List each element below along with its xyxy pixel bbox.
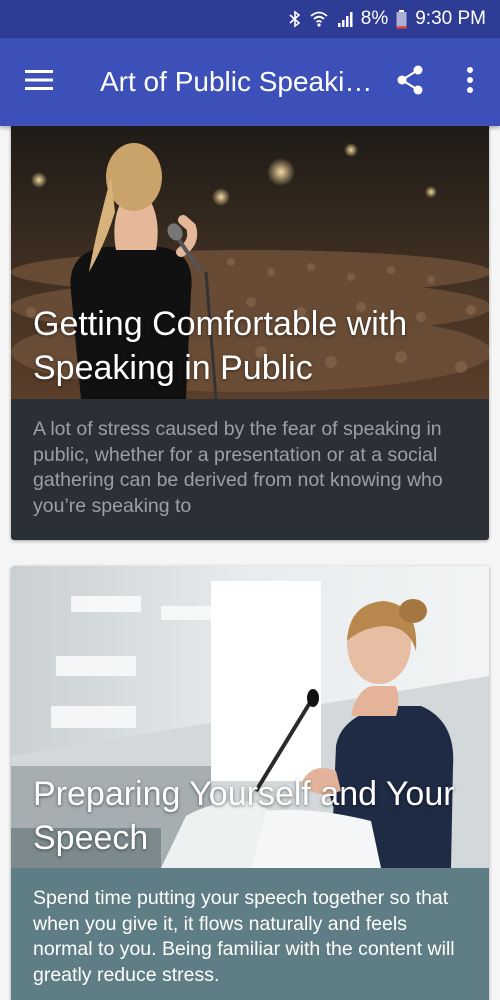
battery-text: 8%	[360, 8, 389, 29]
menu-button[interactable]	[0, 38, 78, 126]
article-card[interactable]: Getting Comfortable with Speaking in Pub…	[11, 126, 489, 540]
share-icon	[396, 65, 424, 100]
status-bar: 8% 9:30 PM	[0, 0, 500, 38]
article-card[interactable]: Preparing Yourself and Your Speech Spend…	[11, 566, 489, 1000]
card-title: Getting Comfortable with Speaking in Pub…	[33, 305, 408, 387]
battery-icon	[396, 9, 407, 29]
card-description: Spend time putting your speech together …	[11, 868, 489, 1000]
app-bar: Art of Public Speaki…	[0, 38, 500, 126]
more-vert-icon	[466, 66, 474, 99]
signal-icon	[337, 10, 355, 28]
bluetooth-icon	[289, 10, 301, 28]
card-description: A lot of stress caused by the fear of sp…	[11, 399, 489, 540]
card-title: Preparing Yourself and Your Speech	[33, 775, 455, 857]
article-feed[interactable]: Getting Comfortable with Speaking in Pub…	[0, 126, 500, 1000]
menu-icon	[25, 69, 53, 96]
app-title: Art of Public Speaki…	[100, 66, 370, 97]
share-button[interactable]	[388, 60, 432, 104]
status-time: 9:30 PM	[415, 8, 486, 29]
wifi-icon	[309, 10, 329, 28]
more-options-button[interactable]	[448, 60, 492, 104]
